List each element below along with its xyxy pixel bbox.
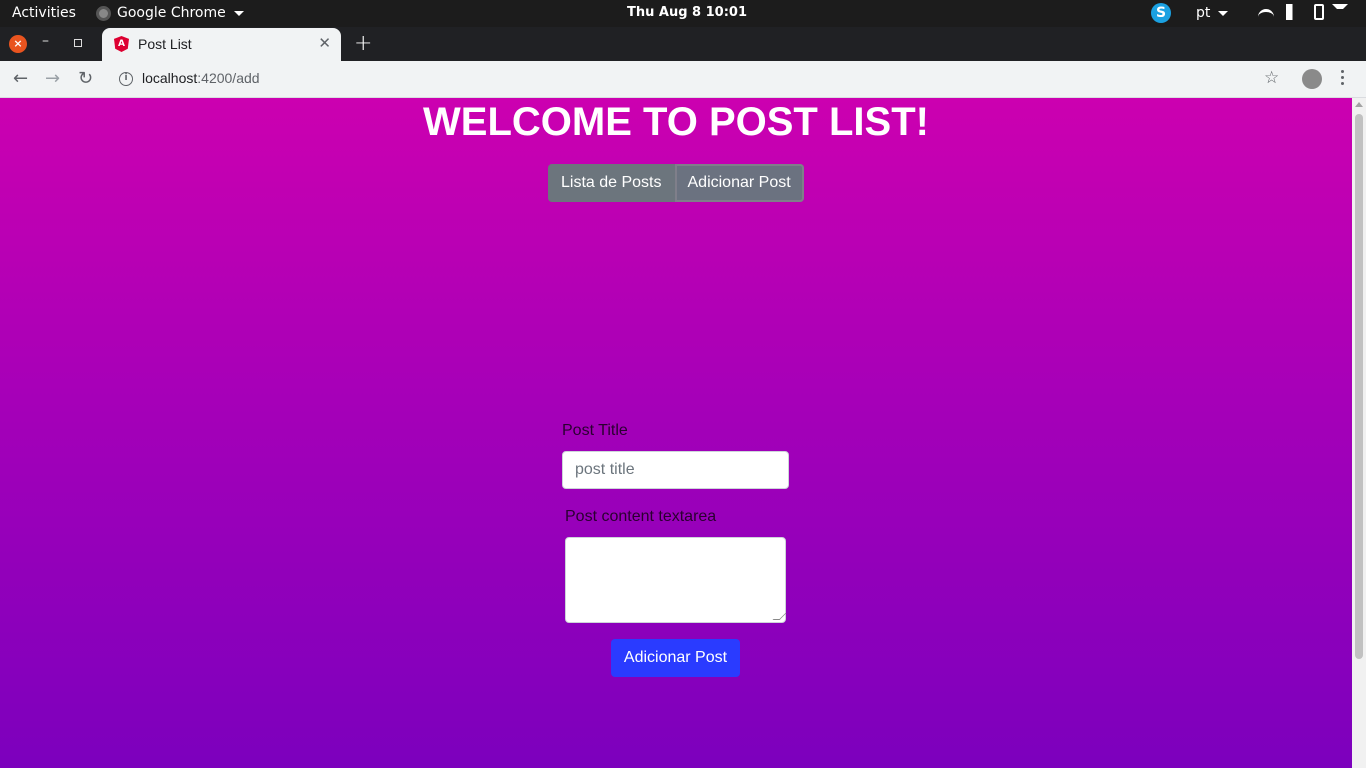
post-list-button[interactable]: Lista de Posts [548, 164, 675, 202]
tab-title: Post List [138, 36, 192, 52]
browser-tab[interactable]: A Post List ✕ [102, 28, 341, 61]
window-minimize-icon[interactable]: – [42, 33, 49, 49]
page-viewport: WELCOME TO POST LIST! Lista de Posts Adi… [0, 98, 1352, 768]
skype-icon[interactable]: S [1151, 3, 1171, 23]
angular-icon: A [114, 36, 129, 52]
browser-tab-strip: × – A Post List ✕ + [0, 27, 1366, 61]
window-close-icon[interactable]: × [9, 35, 27, 53]
close-icon[interactable]: ✕ [318, 34, 331, 52]
volume-icon [1286, 4, 1302, 20]
scrollbar-thumb[interactable] [1355, 114, 1363, 659]
clock[interactable]: Thu Aug 8 10:01 [627, 5, 747, 20]
reload-icon[interactable]: ↻ [78, 68, 93, 89]
url-text[interactable]: localhost:4200/add [142, 70, 260, 86]
activities-button[interactable]: Activities [12, 5, 76, 21]
language-selector[interactable]: pt [1196, 5, 1229, 21]
chevron-down-icon [1218, 10, 1229, 16]
post-content-textarea[interactable] [565, 537, 787, 623]
forward-icon[interactable]: → [45, 68, 60, 89]
add-post-submit-button[interactable]: Adicionar Post [611, 639, 740, 677]
profile-avatar[interactable] [1302, 69, 1322, 89]
language-label: pt [1196, 5, 1211, 21]
url-host: localhost [142, 70, 198, 86]
page-scrollbar[interactable] [1352, 98, 1366, 768]
system-top-bar: Activities Google Chrome Thu Aug 8 10:01… [0, 0, 1366, 27]
bookmark-star-icon[interactable]: ☆ [1264, 68, 1279, 88]
url-path: :4200/add [197, 70, 260, 86]
app-menu[interactable]: Google Chrome [96, 5, 244, 21]
browser-toolbar: ← → ↻ i localhost:4200/add ☆ [0, 61, 1366, 98]
back-icon[interactable]: ← [13, 68, 28, 89]
app-name: Google Chrome [117, 5, 226, 21]
more-menu-icon[interactable] [1341, 70, 1345, 85]
system-tray[interactable] [1258, 4, 1348, 20]
post-title-placeholder: post title [575, 461, 635, 478]
wifi-icon [1258, 8, 1274, 19]
info-icon[interactable]: i [119, 72, 133, 86]
chevron-down-icon [233, 10, 244, 16]
post-title-label: Post Title [562, 422, 628, 439]
nav-button-group: Lista de Posts Adicionar Post [548, 164, 804, 202]
battery-icon [1314, 4, 1324, 20]
window-maximize-icon[interactable] [74, 39, 82, 47]
address-bar[interactable]: i localhost:4200/add [108, 65, 1294, 94]
new-tab-icon[interactable]: + [354, 31, 372, 56]
chevron-down-icon [1332, 4, 1348, 20]
scroll-up-icon[interactable] [1355, 102, 1363, 107]
add-post-nav-button[interactable]: Adicionar Post [674, 164, 804, 202]
page-title: WELCOME TO POST LIST! [423, 100, 929, 144]
chrome-icon [96, 5, 111, 21]
post-title-input[interactable]: post title [562, 451, 789, 489]
post-content-label: Post content textarea [565, 508, 717, 525]
resize-handle-icon[interactable] [772, 613, 787, 620]
